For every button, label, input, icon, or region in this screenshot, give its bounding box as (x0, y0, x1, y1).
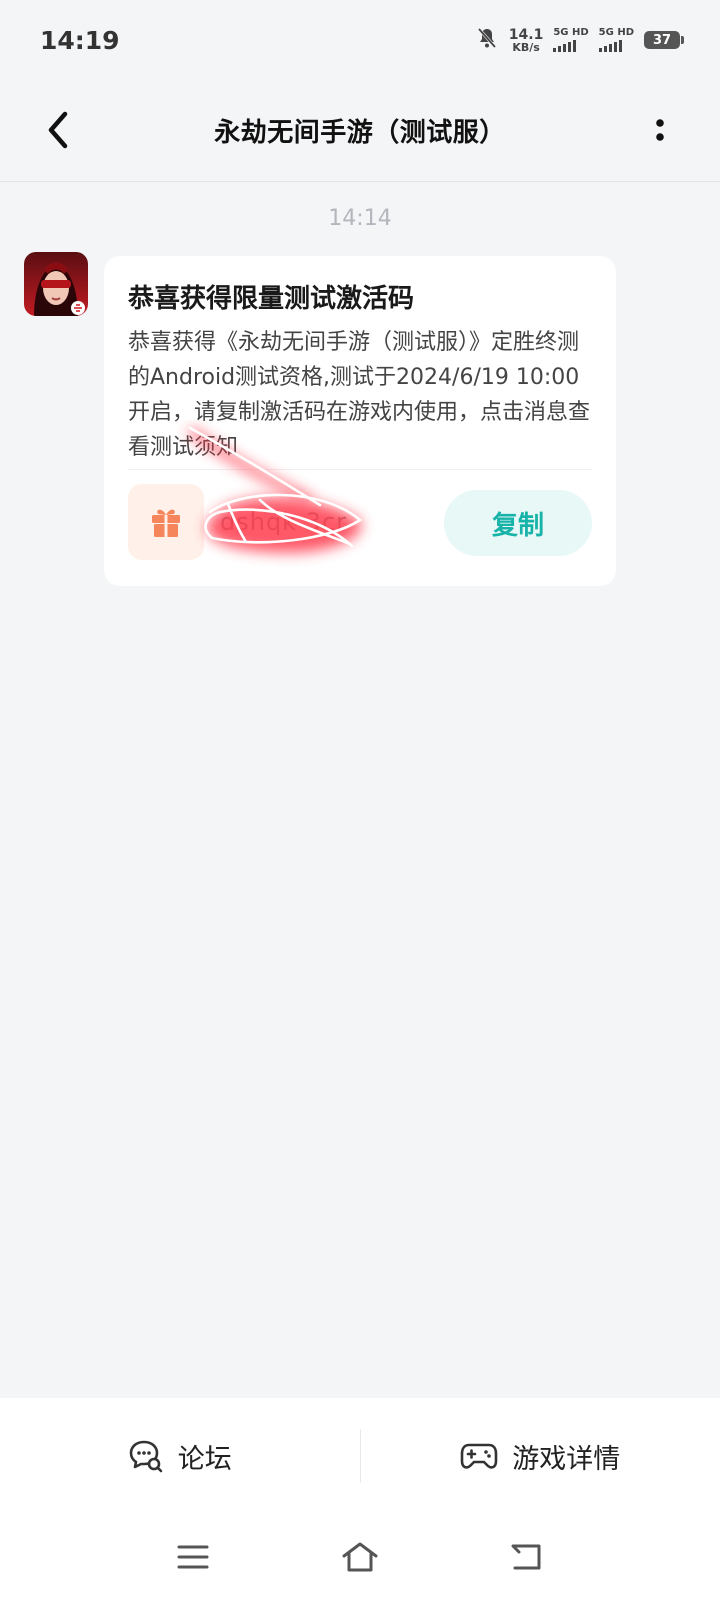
signal-bars-icon (553, 40, 577, 52)
net-speed-value: 14.1 (508, 26, 544, 43)
card-title: 恭喜获得限量测试激活码 (128, 284, 415, 314)
chevron-left-icon (48, 111, 68, 149)
tab-forum-label: 论坛 (177, 1443, 232, 1475)
signal-bars-icon (598, 40, 622, 52)
battery-level: 37 (652, 32, 672, 48)
gamepad-icon (460, 1443, 498, 1469)
page-title: 永劫无间手游（测试服） (214, 118, 506, 148)
tab-game-details-label: 游戏详情 (512, 1443, 621, 1475)
home-button[interactable] (330, 1527, 390, 1587)
sim1-label: 5G HD (553, 27, 589, 38)
status-bar: 14:19 14.1 KB/s 5G HD 5G HD 37 (0, 0, 720, 80)
status-time: 14:19 (40, 25, 120, 55)
activation-code-text: dshqk 3cr (220, 508, 348, 536)
status-icons: 14.1 KB/s 5G HD 5G HD 37 (475, 26, 684, 54)
activation-code-box: dshqk 3cr (128, 484, 398, 560)
more-options-button[interactable] (640, 102, 680, 158)
back-button[interactable] (30, 102, 86, 158)
mute-bell-icon (475, 26, 499, 54)
activation-code-card[interactable]: 恭喜获得限量测试激活码 恭喜获得《永劫无间手游（测试服）》定胜终测的Androi… (104, 256, 616, 586)
message-timestamp: 14:14 (328, 206, 392, 231)
net-speed: 14.1 KB/s (509, 28, 544, 53)
screen: 14:19 14.1 KB/s 5G HD 5G HD 37 永劫无间手游（测试… (0, 0, 720, 1600)
copy-button[interactable]: 复制 (444, 490, 592, 556)
sim1-signal: 5G HD (553, 27, 589, 52)
system-nav-bar (0, 1514, 720, 1600)
bottom-tab-bar: 论坛 游戏详情 (0, 1398, 720, 1514)
gift-icon (152, 509, 180, 537)
menu-icon (177, 1545, 209, 1569)
gift-icon-container (128, 484, 204, 560)
game-avatar[interactable] (24, 252, 88, 316)
recent-apps-button[interactable] (163, 1527, 223, 1587)
sim2-signal: 5G HD (598, 27, 634, 52)
back-arrow-icon (511, 1544, 541, 1570)
more-vertical-icon (656, 119, 664, 141)
tab-forum[interactable]: 论坛 (0, 1398, 360, 1514)
card-body: 恭喜获得《永劫无间手游（测试服）》定胜终测的Android测试资格,测试于202… (128, 330, 591, 460)
battery-icon: 37 (644, 31, 684, 49)
card-divider (128, 469, 592, 470)
tab-game-details[interactable]: 游戏详情 (361, 1398, 720, 1514)
back-nav-button[interactable] (497, 1527, 557, 1587)
game-character-avatar-icon (24, 252, 88, 316)
net-speed-unit: KB/s (512, 40, 540, 54)
sim2-label: 5G HD (598, 27, 634, 38)
home-icon (342, 1542, 378, 1572)
title-bar: 永劫无间手游（测试服） (0, 80, 720, 182)
forum-icon (129, 1440, 163, 1473)
